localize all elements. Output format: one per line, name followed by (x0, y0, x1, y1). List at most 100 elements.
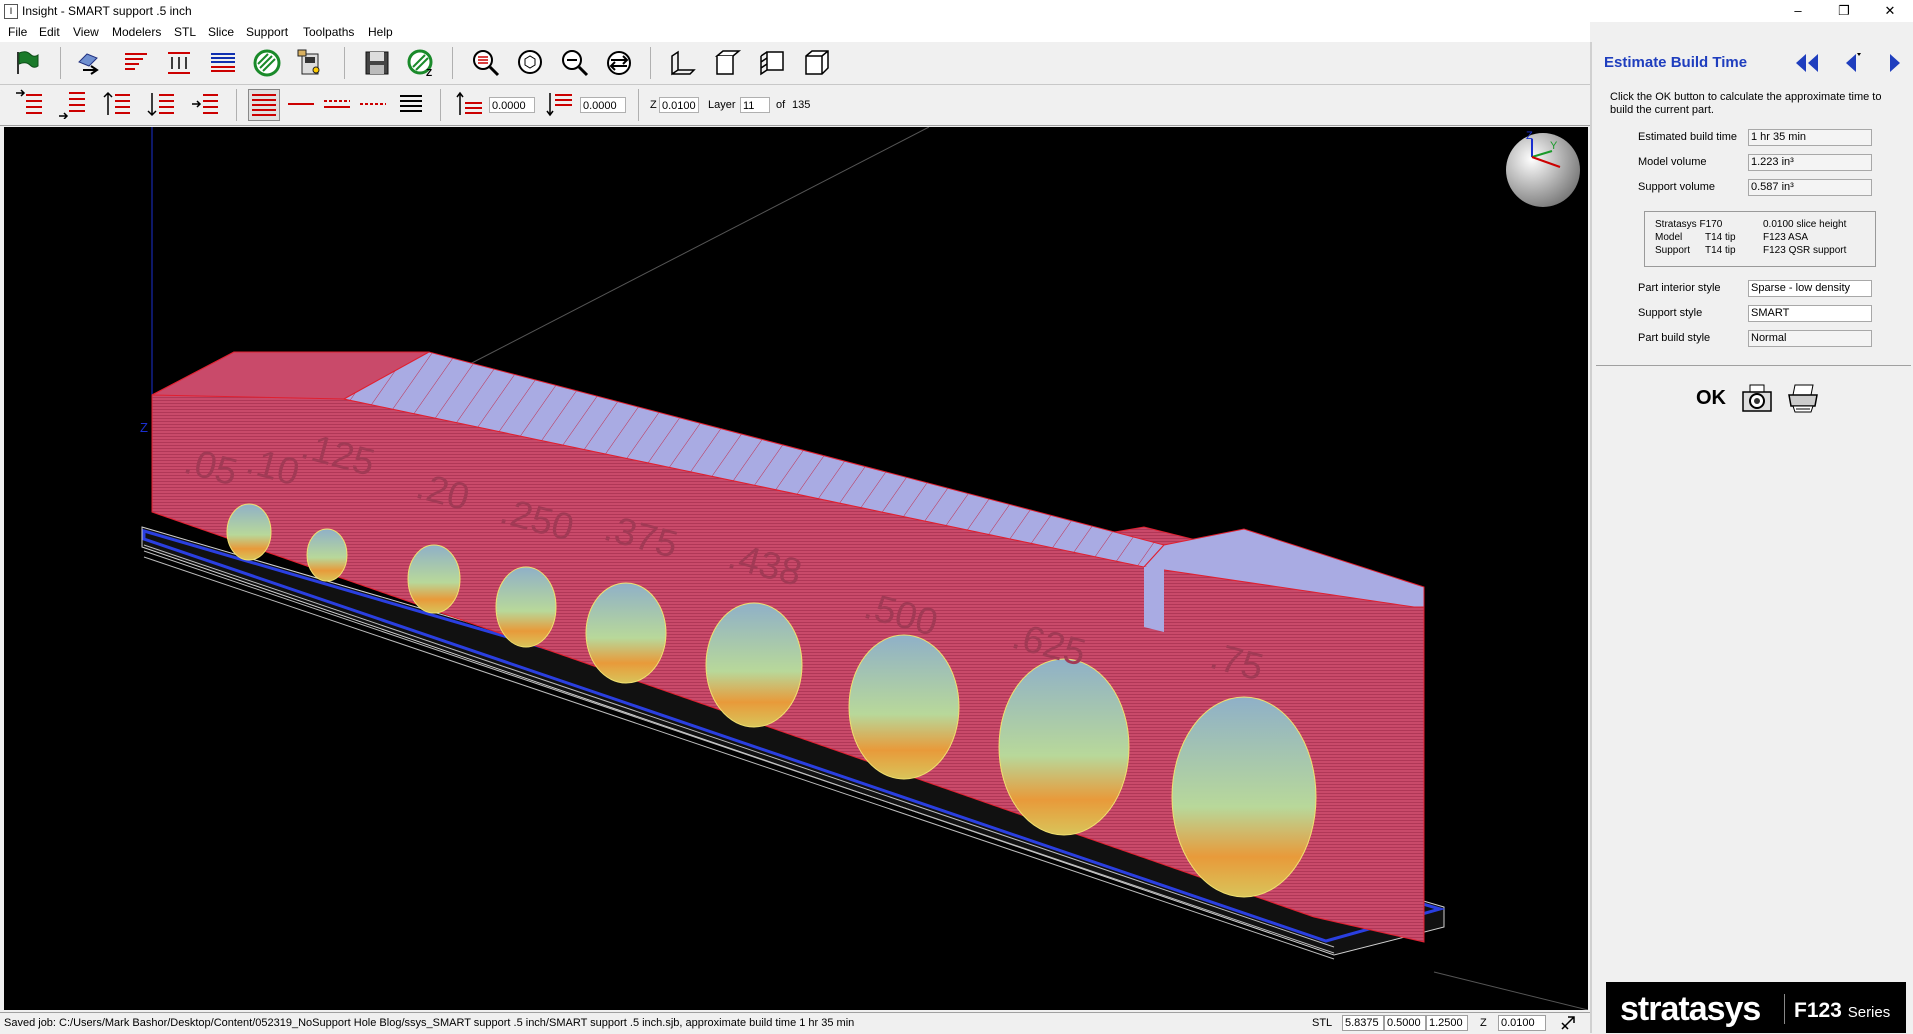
layer-first-icon[interactable] (14, 89, 44, 119)
restore-button[interactable]: ❐ (1821, 0, 1867, 22)
offset-below-icon[interactable] (544, 89, 574, 119)
layer-down-icon[interactable] (146, 89, 176, 119)
panel-description: Click the OK button to calculate the app… (1610, 91, 1882, 116)
print-icon[interactable] (1786, 382, 1820, 416)
flag-icon[interactable] (12, 48, 42, 78)
support-style-label: Support style (1638, 307, 1703, 319)
layer-range-icon[interactable] (322, 89, 352, 119)
stratasys-logo: stratasys F123 Series (1606, 982, 1906, 1033)
status-message: Saved job: C:/Users/Mark Bashor/Desktop/… (4, 1017, 855, 1029)
layer-count: 135 (790, 97, 824, 113)
offset-above-input[interactable]: 0.0000 (489, 97, 535, 113)
model-volume-label: Model volume (1638, 156, 1707, 168)
menu-support[interactable]: Support (246, 25, 288, 39)
menu-view[interactable]: View (73, 25, 99, 39)
3d-viewport[interactable]: Z .05 .10 .125 .20 .250 .375 .438 .500 .… (4, 127, 1588, 1010)
nav-back-icon[interactable] (1840, 52, 1862, 74)
menu-stl[interactable]: STL (174, 25, 196, 39)
ok-button[interactable]: OK (1696, 387, 1726, 410)
printer-info-box: Stratasys F170 0.0100 slice height Model… (1644, 211, 1876, 267)
menu-modelers[interactable]: Modelers (112, 25, 161, 39)
title-bar: I Insight - SMART support .5 inch – ❐ ✕ (0, 0, 1913, 22)
slice-toolbar: 0.0000 0.0000 Z 0.0100 Layer 11 of 135 (0, 85, 1590, 126)
all-layers-icon[interactable] (248, 89, 280, 121)
nav-back-double-icon[interactable] (1794, 52, 1820, 74)
support-icon[interactable] (164, 48, 194, 78)
support-style-field[interactable]: SMART (1748, 305, 1872, 322)
zoom-out-icon[interactable] (560, 48, 590, 78)
menu-file[interactable]: File (8, 25, 27, 39)
toolbar-separator (452, 47, 453, 79)
dim-x-field: 5.8375 (1342, 1015, 1384, 1031)
model-volume-field: 1.223 in³ (1748, 154, 1872, 171)
nav-forward-icon[interactable] (1884, 52, 1906, 74)
offset-above-icon[interactable] (454, 89, 484, 119)
panel-title: Estimate Build Time (1604, 54, 1748, 71)
toolbar-separator (440, 89, 441, 121)
support-label: Support (1655, 245, 1691, 256)
slice-height: 0.0100 slice height (1763, 219, 1847, 230)
toolbar-separator (638, 89, 639, 121)
estimated-build-time-field: 1 hr 35 min (1748, 129, 1872, 146)
brand-divider (1784, 994, 1785, 1024)
app-icon: I (4, 4, 18, 19)
pan-icon[interactable] (604, 48, 634, 78)
view-top-icon[interactable] (713, 48, 743, 78)
layer-up-icon[interactable] (102, 89, 132, 119)
menu-slice[interactable]: Slice (208, 25, 234, 39)
of-label: of (776, 99, 786, 111)
dim-z-field: 1.2500 (1426, 1015, 1468, 1031)
viewport-axis-label: Z (140, 420, 148, 435)
layer-dashed-icon[interactable] (358, 89, 388, 119)
toolpath-icon[interactable] (208, 48, 238, 78)
panel-divider (1596, 365, 1911, 366)
support-volume-field: 0.587 in³ (1748, 179, 1872, 196)
modeler-icon[interactable] (296, 48, 326, 78)
zoom-icon[interactable] (471, 48, 501, 78)
toolbar-separator (650, 47, 651, 79)
menu-toolpaths[interactable]: Toolpaths (303, 25, 354, 39)
menu-help[interactable]: Help (368, 25, 393, 39)
toolbar-separator (344, 47, 345, 79)
brand-series: F123 Series (1794, 999, 1890, 1023)
svg-text:Y: Y (1550, 140, 1558, 152)
orient-icon[interactable] (73, 48, 103, 78)
toolbar-separator (60, 47, 61, 79)
part-interior-style-field[interactable]: Sparse - low density (1748, 280, 1872, 297)
model-tip: T14 tip (1705, 232, 1736, 243)
menu-bar: File Edit View Modelers STL Slice Suppor… (0, 22, 1590, 42)
view-front-icon[interactable] (668, 48, 698, 78)
camera-icon[interactable] (1740, 382, 1774, 416)
view-side-icon[interactable] (757, 48, 787, 78)
close-button[interactable]: ✕ (1867, 0, 1913, 22)
part-build-style-field[interactable]: Normal (1748, 330, 1872, 347)
layer-last-icon[interactable] (57, 89, 87, 120)
support-material: F123 QSR support (1763, 245, 1847, 256)
view-iso-icon[interactable] (802, 48, 832, 78)
layer-input[interactable]: 11 (740, 97, 770, 113)
window-title: Insight - SMART support .5 inch (22, 4, 192, 18)
zoom-fit-icon[interactable] (516, 48, 546, 78)
stl-label: STL (1312, 1017, 1333, 1029)
z-height-input[interactable]: 0.0100 (659, 97, 699, 113)
minimize-button[interactable]: – (1775, 0, 1821, 22)
status-z-label: Z (1480, 1017, 1487, 1029)
part-build-style-label: Part build style (1638, 332, 1711, 344)
part-model-render: Z .05 .10 .125 .20 .250 .375 .438 .500 .… (140, 127, 1588, 1010)
z-label: Z (650, 99, 657, 111)
offset-below-input[interactable]: 0.0000 (580, 97, 626, 113)
status-tool-icon[interactable] (1560, 1015, 1578, 1031)
layer-list-icon[interactable] (396, 89, 426, 119)
status-bar: Saved job: C:/Users/Mark Bashor/Desktop/… (0, 1012, 1590, 1034)
save-icon[interactable] (362, 48, 392, 78)
model-label: Model (1655, 232, 1683, 243)
slice-icon[interactable] (121, 48, 151, 78)
model-material: F123 ASA (1763, 232, 1809, 243)
layer-goto-icon[interactable] (190, 89, 220, 119)
menu-edit[interactable]: Edit (39, 25, 60, 39)
save-toolpath-icon[interactable]: Z (406, 48, 436, 79)
single-layer-icon[interactable] (286, 89, 316, 119)
support-tip: T14 tip (1705, 245, 1736, 256)
orientation-sphere[interactable]: Z Y (1506, 130, 1580, 207)
sparse-fill-icon[interactable] (252, 48, 282, 78)
